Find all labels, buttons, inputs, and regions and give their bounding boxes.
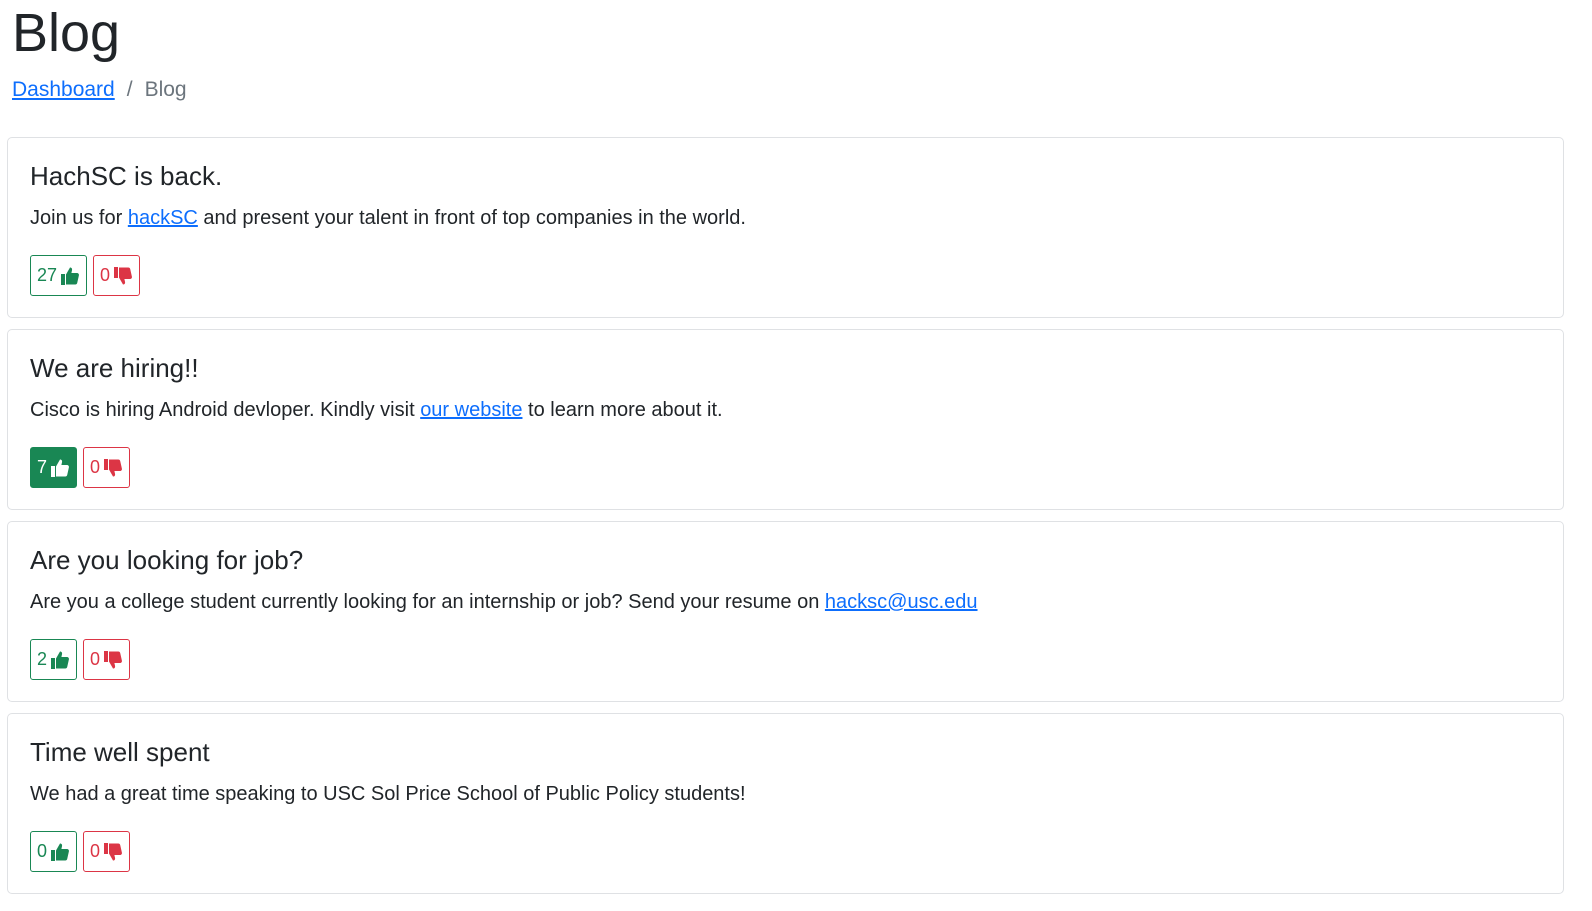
post-text-before: Cisco is hiring Android devloper. Kindly… [30,399,421,421]
post-body: Are you a college student currently look… [30,588,978,616]
post-text-before: We had a great time speaking to USC Sol … [30,783,746,805]
dislike-button[interactable]: 0 [83,447,131,488]
like-button[interactable]: 0 [30,831,78,872]
vote-controls: 7 0 [30,447,131,488]
post-list: HachSC is back. Join us for hackSC and p… [7,137,1564,905]
post-body: Cisco is hiring Android devloper. Kindly… [30,396,723,424]
thumbs-up-icon [50,458,70,478]
thumbs-up-icon [50,650,70,670]
like-count: 2 [37,649,48,669]
breadcrumb-current: Blog [144,78,187,101]
vote-controls: 2 0 [30,639,131,680]
like-count: 7 [37,457,48,477]
post-title: HachSC is back. [30,161,223,191]
breadcrumb: Dashboard / Blog [12,74,187,106]
breadcrumb-dashboard-link[interactable]: Dashboard [12,78,115,102]
dislike-count: 0 [90,841,101,861]
post-title: Time well spent [30,737,210,767]
post-card: We are hiring!! Cisco is hiring Android … [7,329,1564,510]
like-button[interactable]: 27 [30,255,88,296]
post-body: Join us for hackSC and present your tale… [30,204,746,232]
post-text-after: to learn more about it. [522,399,723,421]
post-text-before: Are you a college student currently look… [30,591,825,613]
breadcrumb-separator: / [126,78,133,101]
thumbs-down-icon [103,458,123,478]
page-title: Blog [12,3,121,63]
post-text-before: Join us for [30,207,128,229]
thumbs-down-icon [103,842,123,862]
thumbs-down-icon [113,266,133,286]
thumbs-up-icon [50,842,70,862]
dislike-button[interactable]: 0 [93,255,141,296]
vote-controls: 0 0 [30,831,131,872]
dislike-count: 0 [90,457,101,477]
post-text-after: and present your talent in front of top … [197,207,746,229]
like-count: 0 [37,841,48,861]
post-title: Are you looking for job? [30,545,304,575]
dislike-count: 0 [100,265,111,285]
dislike-button[interactable]: 0 [83,831,131,872]
blog-page: Blog Dashboard / Blog HachSC is back. Jo… [0,0,1592,911]
post-link[interactable]: hacksc@usc.edu [825,591,978,613]
like-count: 27 [37,265,58,285]
dislike-button[interactable]: 0 [83,639,131,680]
post-link[interactable]: our website [420,399,522,421]
like-button[interactable]: 7 [30,447,78,488]
thumbs-up-icon [60,266,80,286]
post-card: HachSC is back. Join us for hackSC and p… [7,137,1564,318]
post-body: We had a great time speaking to USC Sol … [30,780,746,808]
thumbs-down-icon [103,650,123,670]
post-title: We are hiring!! [30,353,199,383]
vote-controls: 27 0 [30,255,141,296]
post-card: Time well spent We had a great time spea… [7,713,1564,894]
dislike-count: 0 [90,649,101,669]
post-card: Are you looking for job? Are you a colle… [7,521,1564,702]
like-button[interactable]: 2 [30,639,78,680]
post-link[interactable]: hackSC [128,207,198,229]
